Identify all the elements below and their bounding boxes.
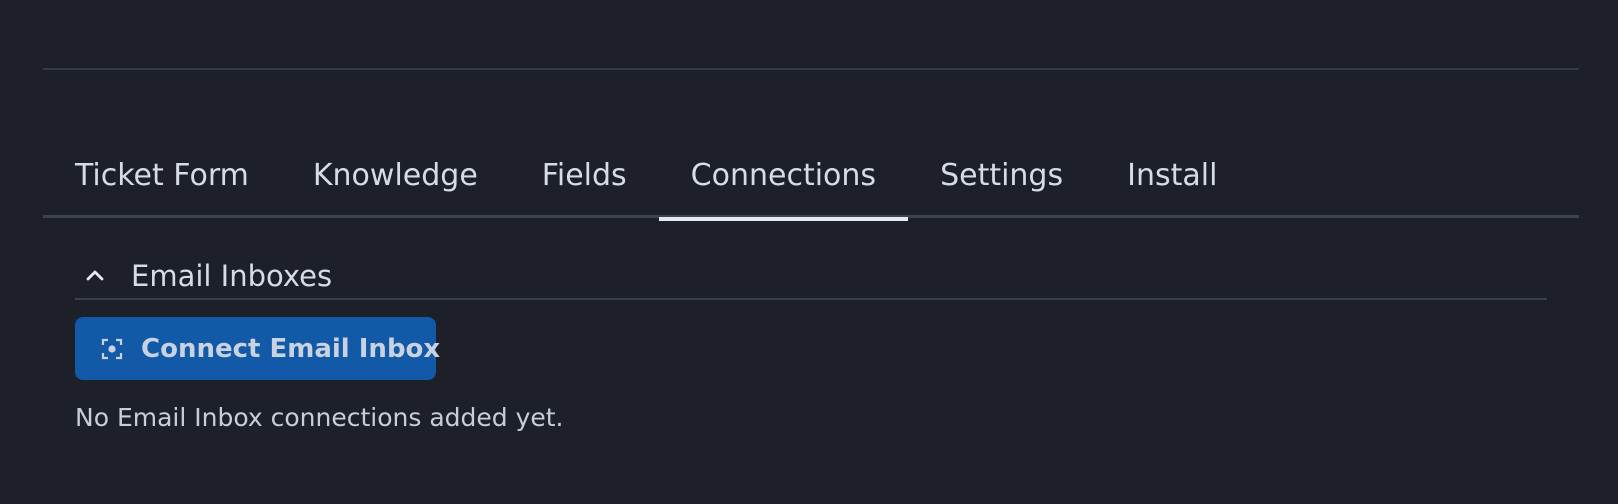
connections-page: Ticket Form Knowledge Fields Connections… xyxy=(0,0,1618,504)
section-title: Email Inboxes xyxy=(131,259,333,293)
connect-email-inbox-button[interactable]: Connect Email Inbox xyxy=(75,317,440,380)
tab-connections[interactable]: Connections xyxy=(658,150,909,221)
email-inboxes-section-header[interactable]: Email Inboxes xyxy=(75,254,1547,300)
top-divider xyxy=(43,68,1579,70)
tab-settings[interactable]: Settings xyxy=(908,150,1095,218)
tab-bar: Ticket Form Knowledge Fields Connections… xyxy=(43,150,1579,221)
empty-state-message: No Email Inbox connections added yet. xyxy=(75,403,564,432)
tab-knowledge[interactable]: Knowledge xyxy=(281,150,510,218)
connect-email-inbox-label: Connect Email Inbox xyxy=(141,333,441,364)
tab-fields[interactable]: Fields xyxy=(510,150,659,218)
focus-frame-icon xyxy=(101,337,123,361)
chevron-up-icon[interactable] xyxy=(75,256,115,296)
tab-install[interactable]: Install xyxy=(1095,150,1249,218)
tab-ticket-form[interactable]: Ticket Form xyxy=(43,150,281,218)
